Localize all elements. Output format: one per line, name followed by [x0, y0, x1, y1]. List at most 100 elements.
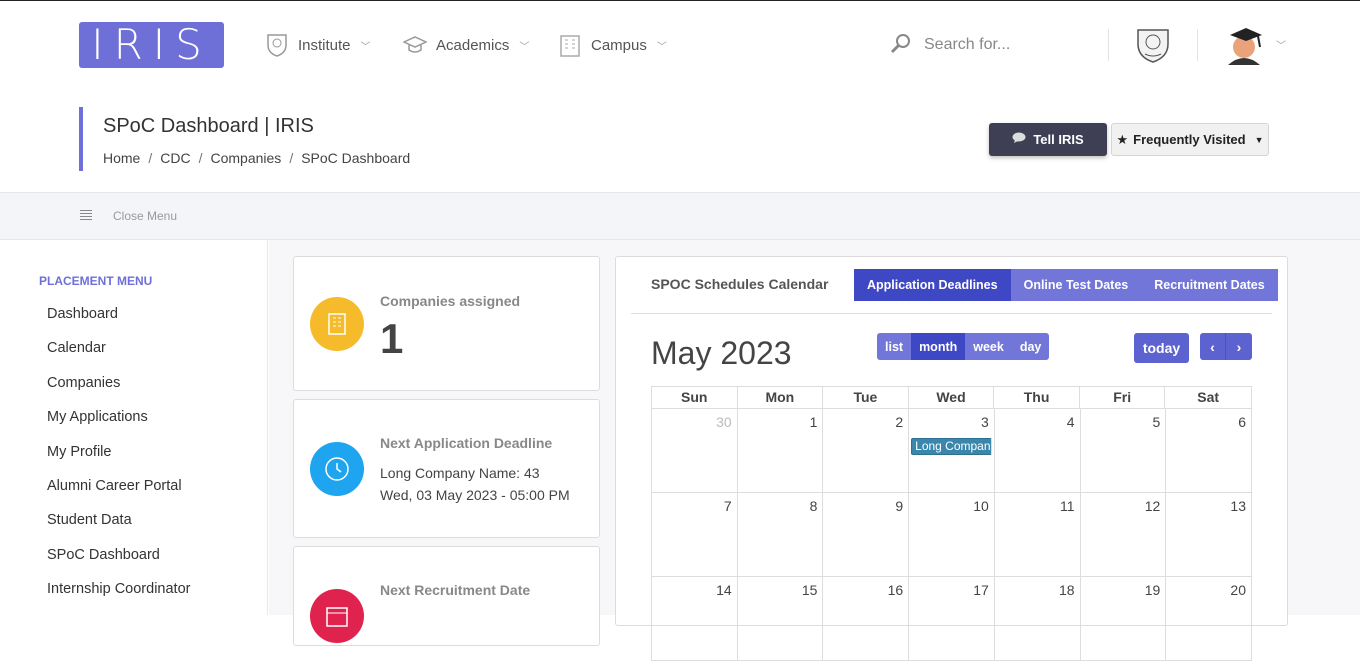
next-month-button[interactable]: ›: [1226, 333, 1252, 360]
month-grid: Sun Mon Tue Wed Thu Fri Sat 30 1 2 3 Lon…: [651, 386, 1252, 661]
day-number: 9: [895, 498, 904, 514]
chevron-down-icon: ﹀: [519, 41, 530, 53]
calendar-panel: SPOC Schedules Calendar Application Dead…: [615, 256, 1288, 661]
nav-campus[interactable]: Campus ﹀: [557, 31, 667, 59]
view-month-button[interactable]: month: [911, 333, 966, 360]
weekday-wed: Wed: [909, 387, 995, 408]
day-cell[interactable]: 3 Long Compan: [909, 409, 995, 492]
day-number: 10: [973, 498, 989, 514]
day-cell[interactable]: 10: [909, 493, 995, 576]
day-cell[interactable]: 2: [823, 409, 910, 492]
companies-assigned-card: Companies assigned 1: [293, 256, 600, 391]
day-cell[interactable]: 17: [909, 577, 995, 660]
week-row: 14 15 16 17 18 19 20: [651, 577, 1252, 661]
day-cell[interactable]: 14: [652, 577, 738, 660]
view-list-button[interactable]: list: [877, 333, 912, 360]
breadcrumb-current: SPoC Dashboard: [301, 150, 411, 166]
day-cell[interactable]: 16: [823, 577, 910, 660]
day-number: 2: [895, 414, 904, 430]
week-row: 7 8 9 10 11 12 13: [651, 493, 1252, 577]
sidebar-menu: Dashboard Calendar Companies My Applicat…: [47, 306, 190, 616]
nav-institute[interactable]: Institute ﹀: [264, 31, 371, 59]
weekday-header: Sun Mon Tue Wed Thu Fri Sat: [651, 386, 1252, 409]
sidebar-item-alumni-career-portal[interactable]: Alumni Career Portal: [47, 478, 190, 512]
day-cell[interactable]: 20: [1166, 577, 1252, 660]
chevron-down-icon[interactable]: ﹀: [1276, 37, 1286, 52]
next-deadline-company: Long Company Name: 43: [380, 465, 540, 481]
iris-logo[interactable]: IRIS: [79, 22, 224, 68]
sidebar-item-companies[interactable]: Companies: [47, 375, 190, 409]
tab-online-test-dates[interactable]: Online Test Dates: [1010, 269, 1142, 301]
page-header: SPoC Dashboard | IRIS Home / CDC / Compa…: [0, 87, 1360, 193]
day-number: 11: [1060, 498, 1075, 514]
page-title: SPoC Dashboard | IRIS: [103, 115, 314, 137]
search-box[interactable]: Search for...: [890, 31, 1010, 59]
graduation-cap-icon: [402, 32, 428, 58]
day-cell[interactable]: 19: [1081, 577, 1167, 660]
clock-icon: [310, 442, 364, 496]
day-cell[interactable]: 5: [1081, 409, 1167, 492]
view-day-button[interactable]: day: [1011, 333, 1050, 360]
view-week-button[interactable]: week: [965, 333, 1012, 360]
day-cell[interactable]: 13: [1166, 493, 1252, 576]
day-cell[interactable]: 11: [995, 493, 1081, 576]
breadcrumb-cdc[interactable]: CDC: [160, 150, 190, 166]
tell-iris-label: Tell IRIS: [1033, 132, 1084, 147]
today-button[interactable]: today: [1134, 333, 1189, 363]
sidebar-item-my-profile[interactable]: My Profile: [47, 444, 190, 478]
next-deadline-card: Next Application Deadline Long Company N…: [293, 399, 600, 538]
calendar-event[interactable]: Long Compan: [911, 438, 993, 455]
breadcrumb: Home / CDC / Companies / SPoC Dashboard: [103, 150, 411, 166]
sidebar-item-dashboard[interactable]: Dashboard: [47, 306, 190, 340]
companies-assigned-value: 1: [380, 315, 404, 362]
top-navbar: IRIS Institute ﹀ Academics ﹀ Campus ﹀ Se…: [0, 0, 1360, 87]
day-cell[interactable]: 8: [738, 493, 824, 576]
prev-month-button[interactable]: ‹: [1200, 333, 1226, 360]
next-deadline-date: Wed, 03 May 2023 - 05:00 PM: [380, 487, 570, 503]
sidebar-item-calendar[interactable]: Calendar: [47, 340, 190, 374]
hamburger-icon[interactable]: [80, 210, 92, 222]
divider: [1108, 29, 1109, 61]
breadcrumb-companies[interactable]: Companies: [210, 150, 281, 166]
next-recruitment-label: Next Recruitment Date: [380, 582, 531, 598]
frequently-visited-dropdown[interactable]: ★ Frequently Visited ▼: [1111, 123, 1269, 156]
day-number: 12: [1144, 498, 1161, 514]
breadcrumb-home[interactable]: Home: [103, 150, 140, 166]
view-switcher: list month week day: [877, 333, 1050, 360]
sidebar-item-my-applications[interactable]: My Applications: [47, 409, 190, 443]
day-cell[interactable]: 12: [1081, 493, 1167, 576]
sidebar-item-student-data[interactable]: Student Data: [47, 512, 190, 546]
nav-academics-label: Academics: [436, 36, 510, 54]
tab-recruitment-dates[interactable]: Recruitment Dates: [1141, 269, 1278, 301]
week-row: 30 1 2 3 Long Compan 4 5 6: [651, 409, 1252, 493]
day-number: 1: [809, 414, 818, 430]
sidebar-item-spoc-dashboard[interactable]: SPoC Dashboard: [47, 547, 190, 581]
day-number: 5: [1152, 414, 1161, 430]
day-cell[interactable]: 6: [1166, 409, 1252, 492]
search-icon: [890, 32, 912, 59]
day-cell[interactable]: 9: [823, 493, 910, 576]
menu-toggle-bar: Close Menu: [0, 193, 1360, 240]
tab-application-deadlines[interactable]: Application Deadlines: [854, 269, 1011, 301]
day-cell[interactable]: 4: [995, 409, 1081, 492]
day-cell[interactable]: 1: [738, 409, 824, 492]
calendar-icon: [310, 589, 364, 643]
tell-iris-button[interactable]: Tell IRIS: [989, 123, 1107, 156]
weekday-thu: Thu: [994, 387, 1080, 408]
weekday-fri: Fri: [1080, 387, 1166, 408]
day-number: 30: [716, 414, 732, 430]
day-cell[interactable]: 15: [738, 577, 824, 660]
day-cell[interactable]: 30: [652, 409, 738, 492]
chevron-down-icon: ﹀: [360, 41, 371, 53]
accent-bar: [79, 107, 83, 171]
close-menu-button[interactable]: Close Menu: [113, 209, 177, 223]
nav-campus-label: Campus: [591, 36, 647, 54]
day-cell[interactable]: 7: [652, 493, 738, 576]
sidebar-item-internship-coordinator[interactable]: Internship Coordinator: [47, 581, 190, 615]
institute-emblem-icon[interactable]: [1135, 26, 1171, 64]
user-avatar[interactable]: [1224, 25, 1266, 65]
weekday-sat: Sat: [1197, 389, 1220, 405]
day-cell[interactable]: 18: [995, 577, 1081, 660]
nav-academics[interactable]: Academics ﹀: [402, 31, 529, 59]
next-recruitment-card: Next Recruitment Date: [293, 546, 600, 646]
